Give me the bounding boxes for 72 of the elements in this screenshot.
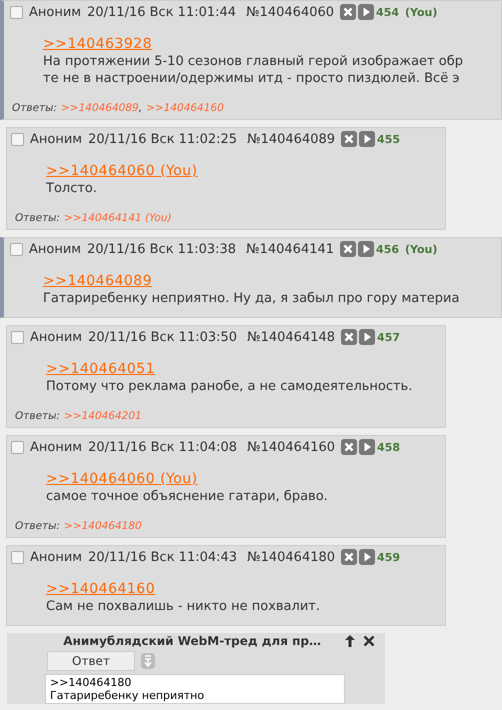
separator: , — [138, 102, 142, 114]
play-icon[interactable] — [359, 549, 376, 565]
poster-name: Аноним — [30, 132, 82, 146]
post-counter: 454 — [376, 6, 400, 18]
replies-label: Ответы: — [12, 102, 57, 114]
hide-icon[interactable] — [341, 329, 358, 345]
poster-name: Аноним — [30, 330, 82, 344]
poster-name: Аноним — [30, 440, 82, 454]
post-counter: 459 — [377, 550, 400, 564]
replies-label: Ответы: — [15, 212, 60, 224]
post-number[interactable]: №140464160 — [247, 440, 336, 454]
message-text: Гатариребенку неприятно. Ну да, я забыл про гору материа — [43, 290, 460, 307]
message-field[interactable]: >>140464180 Гатариребенку неприятно — [45, 674, 345, 704]
post-number[interactable]: №140464180 — [247, 550, 336, 564]
hide-icon[interactable] — [341, 549, 358, 565]
up-arrow-icon[interactable] — [345, 635, 355, 647]
reply-link[interactable]: >>140464141 (You) — [64, 212, 172, 224]
you-tag: (You) — [405, 242, 438, 256]
message-text: те не в настроении/одержимы итд - просто пиздюлей. Всё э — [43, 70, 460, 87]
post-date: 20/11/16 Вск 11:03:50 — [88, 330, 238, 344]
reply-link[interactable]: >>140464201 — [64, 410, 142, 422]
reply-link[interactable]: >>140464180 — [64, 520, 142, 532]
poster-name: Аноним — [30, 550, 82, 564]
post-date: 20/11/16 Вск 11:04:43 — [88, 550, 238, 564]
quote-link[interactable]: >>140464089 — [43, 273, 152, 289]
checkbox[interactable] — [11, 132, 24, 146]
play-icon[interactable] — [358, 241, 374, 257]
play-icon[interactable] — [359, 329, 376, 345]
post-number[interactable]: №140464060 — [246, 4, 334, 20]
message-text: Толсто. — [46, 180, 98, 197]
hide-icon[interactable] — [340, 241, 356, 257]
quote-link[interactable]: >>140464051 — [46, 361, 156, 377]
replies-label: Ответы: — [15, 520, 60, 532]
reply-link[interactable]: >>140464160 — [146, 102, 224, 114]
post-number[interactable]: №140464148 — [247, 330, 336, 344]
play-icon[interactable] — [359, 439, 376, 455]
checkbox[interactable] — [11, 330, 24, 344]
play-icon[interactable] — [359, 131, 376, 147]
close-icon[interactable] — [363, 635, 375, 647]
message-text: Потому что реклама ранобе, а не самодеятельность. — [46, 378, 414, 395]
poster-name: Аноним — [29, 4, 82, 20]
post-counter: 456 — [376, 242, 400, 256]
checkbox[interactable] — [10, 242, 23, 256]
replies-label: Ответы: — [15, 410, 60, 422]
hide-icon[interactable] — [341, 131, 358, 147]
post-number[interactable]: №140464089 — [247, 132, 336, 146]
play-icon[interactable] — [358, 4, 374, 20]
post-date: 20/11/16 Вск 11:03:38 — [87, 242, 236, 256]
post-date: 20/11/16 Вск 11:02:25 — [88, 132, 238, 146]
form-title: Анимублядский WebM-тред для пр… — [63, 634, 321, 648]
post-counter: 458 — [377, 440, 400, 454]
hide-icon[interactable] — [340, 4, 356, 20]
post-date: 20/11/16 Вск 11:04:08 — [88, 440, 238, 454]
message-text: Сам не похвалишь - никто не похвалит. — [46, 598, 321, 615]
poster-name: Аноним — [29, 242, 82, 256]
message-text: На протяжении 5-10 сезонов главный герой изображает обр — [43, 53, 464, 70]
hide-icon[interactable] — [341, 439, 358, 455]
post-number[interactable]: №140464141 — [246, 242, 334, 256]
message-text: самое точное объяснение гатари, браво. — [46, 488, 329, 505]
quote-link[interactable]: >>140464060 (You) — [46, 471, 198, 487]
you-tag: (You) — [405, 6, 438, 18]
post-counter: 457 — [377, 330, 400, 344]
checkbox[interactable] — [11, 550, 24, 564]
quote-link[interactable]: >>140464160 — [46, 581, 156, 597]
checkbox[interactable] — [10, 6, 23, 18]
reply-button[interactable]: Ответ — [47, 651, 135, 671]
checkbox[interactable] — [11, 440, 24, 454]
reply-link[interactable]: >>140464089 — [60, 102, 139, 114]
post-counter: 455 — [377, 132, 400, 146]
quote-link[interactable]: >>140463928 — [43, 36, 152, 52]
post-date: 20/11/16 Вск 11:01:44 — [87, 4, 236, 20]
quote-link[interactable]: >>140464060 (You) — [46, 163, 198, 179]
